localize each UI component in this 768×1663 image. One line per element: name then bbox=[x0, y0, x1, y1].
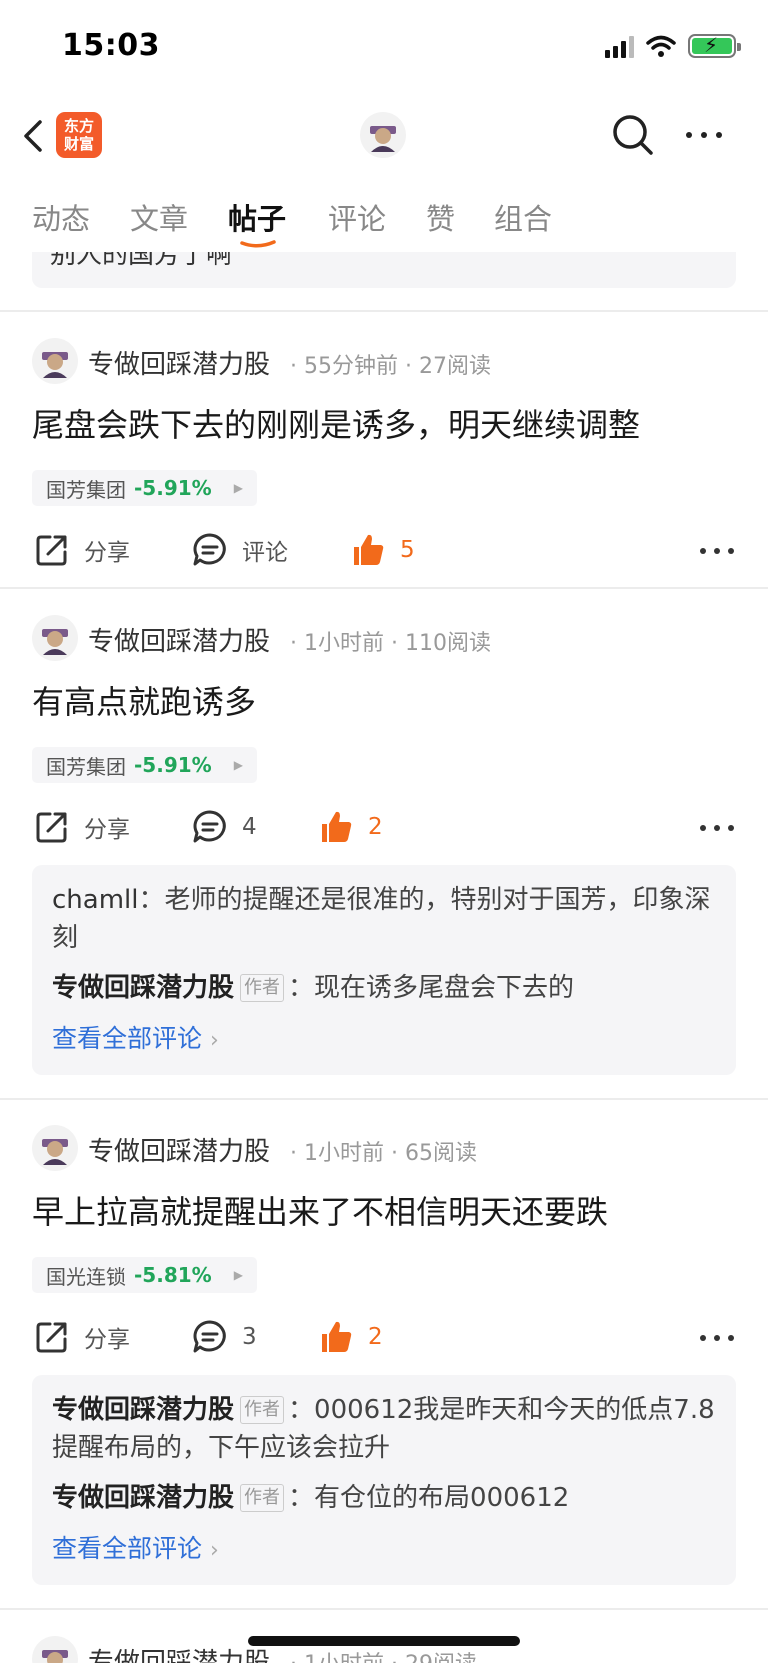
comment-icon bbox=[193, 533, 226, 566]
thumbs-up-icon bbox=[322, 1321, 352, 1352]
comment-user[interactable]: 专做回踩潜力股 bbox=[52, 1395, 234, 1425]
post-actions: 分享 评论 5 bbox=[0, 528, 768, 578]
thumbs-up-icon bbox=[354, 534, 384, 565]
more-options-icon[interactable] bbox=[700, 548, 734, 554]
comment-button[interactable]: 4 bbox=[192, 809, 257, 845]
author-avatar[interactable] bbox=[32, 1125, 78, 1171]
post-actions: 分享 4 2 bbox=[0, 805, 768, 855]
comment-text: 有仓位的布局000612 bbox=[314, 1483, 570, 1513]
comment-user[interactable]: 专做回踩潜力股 bbox=[52, 973, 234, 1003]
post-meta: · 1小时前 · 65阅读 bbox=[290, 1141, 477, 1166]
comment-button[interactable]: 3 bbox=[192, 1319, 257, 1355]
view-all-comments-link[interactable]: 查看全部评论 › bbox=[52, 1019, 716, 1055]
author-badge: 作者 bbox=[240, 974, 285, 1002]
author-name[interactable]: 专做回踩潜力股 bbox=[88, 1642, 270, 1663]
post-title[interactable]: 有高点就跑诱多 bbox=[32, 677, 256, 723]
divider bbox=[0, 1608, 768, 1610]
comment-preview[interactable]: chamll：老师的提醒还是很准的，特别对于国芳，印象深刻 专做回踩潜力股 作者：… bbox=[32, 865, 736, 1075]
wifi-icon bbox=[646, 35, 676, 57]
author-name[interactable]: 专做回踩潜力股 bbox=[88, 344, 270, 381]
tab-posts[interactable]: 帖子 bbox=[228, 196, 286, 238]
comment-icon bbox=[193, 810, 226, 843]
post-meta: · 1小时前 · 29阅读 bbox=[290, 1646, 477, 1663]
share-icon bbox=[36, 1322, 67, 1353]
comment-preview[interactable]: 专做回踩潜力股 作者 ：000612我是昨天和今天的低点7.8提醒布局的，下午应该会… bbox=[32, 1375, 736, 1585]
like-button[interactable]: 2 bbox=[318, 809, 383, 845]
author-avatar[interactable] bbox=[32, 1636, 78, 1663]
stock-tag[interactable]: 国光连锁 -5.81% ▶ bbox=[32, 1257, 257, 1293]
signal-icon bbox=[605, 34, 634, 58]
tab-articles[interactable]: 文章 bbox=[130, 196, 188, 238]
share-button[interactable]: 分享 bbox=[34, 809, 130, 845]
status-time: 15:03 bbox=[62, 28, 160, 63]
active-tab-indicator bbox=[240, 240, 276, 248]
comment-item: 专做回踩潜力股 作者 ：000612我是昨天和今天的低点7.8提醒布局的，下午应该会… bbox=[52, 1395, 715, 1463]
divider bbox=[0, 587, 768, 589]
thumbs-up-icon bbox=[322, 811, 352, 842]
share-button[interactable]: 分享 bbox=[34, 532, 130, 568]
more-icon[interactable] bbox=[680, 112, 728, 158]
comment-user[interactable]: chamll bbox=[52, 885, 138, 915]
view-all-comments-link[interactable]: 查看全部评论 › bbox=[52, 1529, 716, 1565]
divider bbox=[0, 310, 768, 312]
play-arrow-icon: ▶ bbox=[233, 1268, 243, 1282]
divider bbox=[0, 1098, 768, 1100]
tab-bar: 动态 文章 帖子 评论 赞 组合 bbox=[0, 190, 768, 252]
author-avatar[interactable] bbox=[32, 338, 78, 384]
comment-item: 专做回踩潜力股 作者 ：有仓位的布局000612 bbox=[52, 1483, 570, 1513]
comment-icon bbox=[193, 1320, 226, 1353]
profile-avatar[interactable] bbox=[360, 112, 406, 158]
tab-portfolio[interactable]: 组合 bbox=[494, 196, 552, 238]
author-avatar[interactable] bbox=[32, 615, 78, 661]
play-arrow-icon: ▶ bbox=[233, 758, 243, 772]
search-icon[interactable] bbox=[610, 112, 656, 158]
home-indicator[interactable] bbox=[248, 1636, 520, 1646]
post-title[interactable]: 早上拉高就提醒出来了不相信明天还要跌 bbox=[32, 1187, 608, 1233]
share-button[interactable]: 分享 bbox=[34, 1319, 130, 1355]
stock-tag[interactable]: 国芳集团 -5.91% ▶ bbox=[32, 747, 257, 783]
tab-dynamics[interactable]: 动态 bbox=[32, 196, 90, 238]
author-badge: 作者 bbox=[240, 1396, 285, 1424]
like-button[interactable]: 5 bbox=[350, 532, 415, 568]
app-logo[interactable]: 东方财富 bbox=[56, 112, 102, 158]
back-icon[interactable] bbox=[16, 114, 52, 158]
battery-icon: ⚡ bbox=[688, 33, 741, 58]
previous-comment-text: 别人的国芳了啊 bbox=[50, 252, 233, 270]
author-badge: 作者 bbox=[240, 1484, 285, 1512]
like-button[interactable]: 2 bbox=[318, 1319, 383, 1355]
comment-user[interactable]: 专做回踩潜力股 bbox=[52, 1483, 234, 1513]
author-name[interactable]: 专做回踩潜力股 bbox=[88, 621, 270, 658]
status-bar: 15:03 ⚡ bbox=[0, 0, 768, 96]
share-icon bbox=[36, 812, 67, 843]
post-actions: 分享 3 2 bbox=[0, 1315, 768, 1365]
share-icon bbox=[36, 535, 67, 566]
post-meta: · 55分钟前 · 27阅读 bbox=[290, 354, 491, 379]
author-name[interactable]: 专做回踩潜力股 bbox=[88, 1131, 270, 1168]
comment-item: chamll：老师的提醒还是很准的，特别对于国芳，印象深刻 bbox=[52, 885, 711, 953]
post-title[interactable]: 尾盘会跌下去的刚刚是诱多，明天继续调整 bbox=[32, 400, 640, 446]
more-options-icon[interactable] bbox=[700, 825, 734, 831]
post-meta: · 1小时前 · 110阅读 bbox=[290, 631, 491, 656]
comment-item: 专做回踩潜力股 作者 ：现在诱多尾盘会下去的 bbox=[52, 973, 575, 1003]
comment-text: 现在诱多尾盘会下去的 bbox=[314, 973, 575, 1003]
more-options-icon[interactable] bbox=[700, 1335, 734, 1341]
tab-comments[interactable]: 评论 bbox=[328, 196, 386, 238]
previous-comment-card: 别人的国芳了啊 bbox=[32, 252, 736, 288]
nav-bar: 东方财富 bbox=[0, 100, 768, 172]
comment-button[interactable]: 评论 bbox=[192, 532, 288, 568]
tab-likes[interactable]: 赞 bbox=[426, 196, 455, 238]
play-arrow-icon: ▶ bbox=[233, 481, 243, 495]
stock-tag[interactable]: 国芳集团 -5.91% ▶ bbox=[32, 470, 257, 506]
